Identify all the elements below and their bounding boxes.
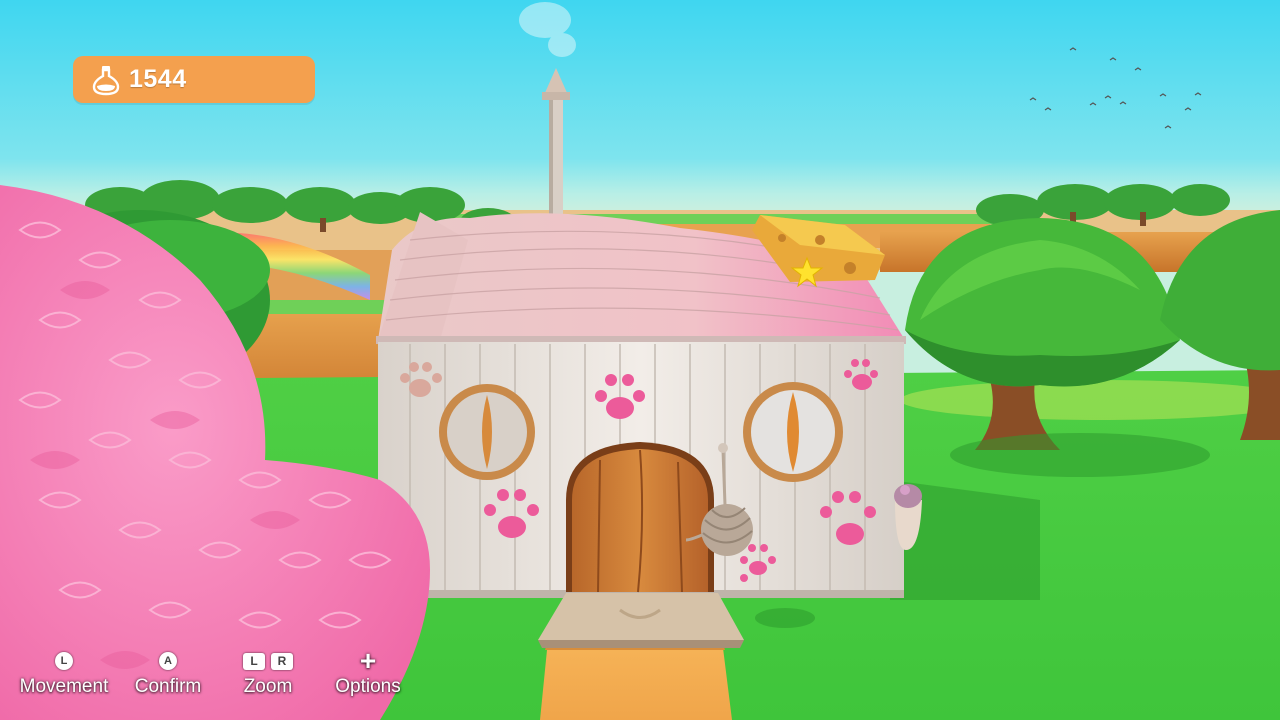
- r-button-icon: R: [271, 652, 293, 670]
- currency-value: 1544: [129, 65, 187, 93]
- plus-button-icon: +: [359, 645, 377, 676]
- control-hint-options: + Options: [308, 645, 428, 698]
- currency-counter: 1544: [73, 56, 315, 103]
- window-right: [743, 382, 843, 482]
- chimney-smoke: [519, 2, 576, 57]
- control-hint-movement: L Movement: [4, 650, 124, 698]
- window-left: [439, 384, 535, 480]
- l-button-icon: L: [243, 652, 265, 670]
- a-button-icon: A: [159, 652, 177, 670]
- left-stick-icon: L: [55, 652, 73, 670]
- doormat[interactable]: [538, 593, 744, 648]
- front-path: [540, 640, 732, 720]
- control-label-movement: Movement: [19, 676, 109, 697]
- bird-flock: [1029, 47, 1202, 129]
- world-view: [0, 2, 1280, 720]
- control-label-options: Options: [335, 676, 401, 697]
- front-door[interactable]: [566, 442, 714, 593]
- game-scene: 1544 L Movement A Confirm L R Zoom + Opt…: [0, 0, 1280, 720]
- potion-flask-icon: [89, 63, 123, 97]
